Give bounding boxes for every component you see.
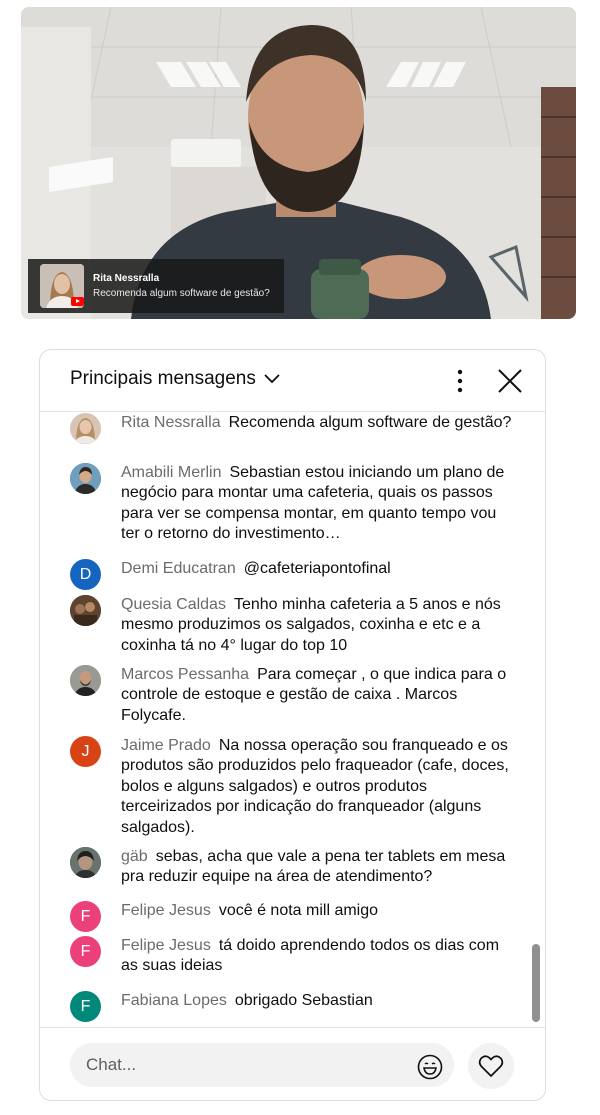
avatar[interactable]: F (70, 936, 101, 967)
avatar-photo (70, 847, 101, 878)
chat-header: Principais mensagens (40, 350, 545, 412)
avatar-initial: F (80, 907, 91, 925)
overlay-author: Rita Nessralla (93, 273, 160, 284)
live-chat-panel: Principais mensagens Rita Nessralla Reco… (39, 349, 546, 1101)
message-body: Quesia Caldas Tenho minha cafeteria a 5 a… (121, 595, 516, 656)
chat-message-list[interactable]: Rita Nessralla Recomenda algum software d… (40, 413, 545, 1027)
chevron-down-icon (264, 374, 280, 384)
message-body: Rita Nessralla Recomenda algum software d… (121, 413, 516, 433)
more-vert-icon[interactable] (448, 367, 472, 395)
super-chat-overlay: Rita Nessralla Recomenda algum software … (28, 259, 284, 313)
avatar-initial: D (79, 565, 92, 583)
message-body: Amabili Merlin Sebastian estou iniciando … (121, 463, 516, 545)
avatar-photo (70, 665, 101, 696)
chat-input-bar (40, 1027, 545, 1100)
message-body: Demi Educatran @cafeteriapontofinal (121, 559, 516, 579)
avatar-photo (73, 418, 98, 444)
message-text: você é nota mill amigo (218, 902, 379, 919)
avatar[interactable]: J (70, 736, 101, 767)
message-text: obrigado Sebastian (234, 992, 373, 1009)
message-text: sebas, acha que vale a pena ter tablets … (121, 848, 506, 886)
close-icon[interactable] (496, 367, 524, 395)
message-body: gäb sebas, acha que vale a pena ter table… (121, 847, 516, 888)
message-author[interactable]: Demi Educatran (121, 560, 236, 577)
video-player[interactable]: Rita Nessralla Recomenda algum software … (21, 7, 576, 319)
avatar-photo (70, 595, 101, 626)
chat-input[interactable] (70, 1043, 454, 1087)
avatar[interactable]: F (70, 991, 101, 1022)
avatar-photo (70, 463, 101, 494)
avatar[interactable] (70, 595, 101, 626)
emoji-icon[interactable] (417, 1054, 443, 1080)
avatar[interactable] (70, 665, 101, 696)
message-author[interactable]: Quesia Caldas (121, 596, 226, 613)
message-author[interactable]: Amabili Merlin (121, 464, 221, 481)
heart-icon (478, 1055, 504, 1077)
like-button[interactable] (468, 1043, 514, 1089)
chat-mode-dropdown[interactable]: Principais mensagens (70, 368, 280, 390)
avatar[interactable]: F (70, 901, 101, 932)
message-text: @cafeteriapontofinal (243, 560, 391, 577)
message-text: Recomenda algum software de gestão? (228, 414, 512, 431)
youtube-icon (71, 297, 84, 306)
message-body: Jaime Prado Na nossa operação sou franque… (121, 736, 516, 838)
avatar-initial: F (80, 942, 91, 960)
message-author[interactable]: Jaime Prado (121, 737, 211, 754)
overlay-avatar (40, 264, 84, 308)
message-body: Marcos Pessanha Para começar , o que indi… (121, 665, 516, 726)
message-body: Felipe Jesus você é nota mill amigo (121, 901, 516, 921)
chat-title: Principais mensagens (70, 368, 256, 389)
chat-scrollbar[interactable] (532, 944, 540, 1022)
message-author[interactable]: gäb (121, 848, 148, 865)
avatar[interactable] (70, 847, 101, 878)
message-author[interactable]: Felipe Jesus (121, 902, 211, 919)
avatar-initial: J (81, 742, 90, 760)
avatar[interactable] (70, 463, 101, 494)
message-author[interactable]: Felipe Jesus (121, 937, 211, 954)
message-body: Felipe Jesus tá doido aprendendo todos os… (121, 936, 516, 977)
message-author[interactable]: Fabiana Lopes (121, 992, 227, 1009)
message-author[interactable]: Marcos Pessanha (121, 666, 249, 683)
message-author[interactable]: Rita Nessralla (121, 414, 221, 431)
overlay-message: Recomenda algum software de gestão? (93, 288, 270, 299)
message-body: Fabiana Lopes obrigado Sebastian (121, 991, 516, 1011)
avatar[interactable]: D (70, 559, 101, 590)
avatar-initial: F (80, 997, 91, 1015)
avatar[interactable] (70, 413, 101, 444)
